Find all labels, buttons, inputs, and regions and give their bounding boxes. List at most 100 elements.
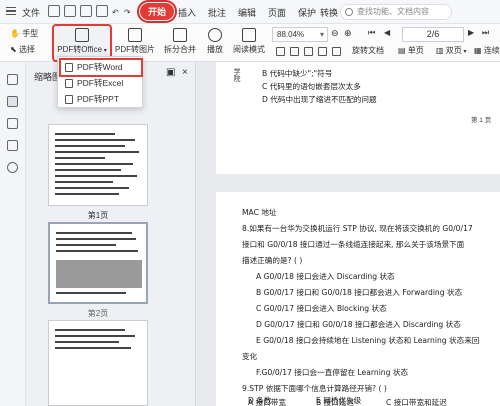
doc-line: C 代码里的语句嵌套层次太多 <box>262 82 361 91</box>
thumbnail-icon[interactable] <box>7 96 18 107</box>
tab-annotate[interactable]: 批注 <box>208 6 226 19</box>
document-page-2: MAC 地址 8.如果有一台华为交换机运行 STP 协议, 现在将该交换机的 G… <box>216 192 500 406</box>
fit-width-icon[interactable] <box>276 47 285 56</box>
page-indicator: 2/6 <box>426 29 440 39</box>
single-page-button[interactable]: ▤ 单页 <box>398 45 424 56</box>
doc-line: D G0/0/17 接口和 G0/0/18 接口都会进入 Discarding … <box>256 320 461 329</box>
tab-convert[interactable]: 转换 <box>320 6 338 19</box>
doc-line: 描述正确的是? ( ) <box>242 256 303 265</box>
menu-item-pdf-to-ppt[interactable]: PDF转PPT <box>61 92 141 107</box>
menu-item-pdf-to-excel[interactable]: PDF转Excel <box>61 76 141 91</box>
menu-item-label: PDF转Excel <box>77 78 124 88</box>
double-page-label: 双页 <box>445 46 462 55</box>
rotate-doc-button[interactable]: 旋转文档 <box>352 45 384 56</box>
search-icon <box>345 8 353 16</box>
play-icon <box>208 28 222 42</box>
panel-image-icon[interactable]: ▣ <box>166 67 175 78</box>
page-thumbnail-2[interactable] <box>48 222 148 304</box>
continuous-label: 连续 <box>483 46 500 55</box>
tab-edit[interactable]: 编辑 <box>238 6 256 19</box>
prev-page-icon[interactable]: ◀ <box>384 28 390 37</box>
tab-insert[interactable]: 插入 <box>178 6 196 19</box>
pdf-to-image-button[interactable]: PDF转图片 <box>114 26 156 60</box>
menu-item-label: PDF转PPT <box>77 94 120 104</box>
last-page-icon[interactable]: ⏭ <box>482 28 489 38</box>
new-file-icon[interactable] <box>48 5 60 17</box>
export-icon[interactable] <box>96 5 108 17</box>
rotate-doc-label: 旋转文档 <box>352 46 384 55</box>
page-number-footer: 第 1 页 <box>471 117 492 124</box>
attachment-icon[interactable] <box>7 140 18 151</box>
word-icon <box>65 63 73 72</box>
split-merge-label: 拆分合并 <box>164 45 196 54</box>
pdf-to-image-label: PDF转图片 <box>115 45 155 54</box>
chevron-down-icon: ▾ <box>102 48 107 54</box>
continuous-button[interactable]: ▦ 连续 <box>474 45 500 56</box>
split-merge-button[interactable]: 拆分合并 <box>158 26 202 60</box>
menu-file[interactable]: 文件 <box>22 6 40 19</box>
document-viewer[interactable]: 学院 B 代码中缺少";"符号 C 代码里的语句嵌套层次太多 D 代码中出现了缩… <box>196 62 500 406</box>
thumbnail-label-2: 第2页 <box>87 309 109 318</box>
doc-line: F.G0/0/17 接口会一直停留在 Learning 状态 <box>256 368 409 377</box>
play-label: 播放 <box>207 45 223 54</box>
tab-start[interactable]: 开始 <box>136 0 178 23</box>
comment-icon[interactable] <box>7 118 18 129</box>
rotate-right-icon[interactable] <box>332 47 341 56</box>
doc-line: 接口和 G0/0/18 接口通过一条线缆连接起来, 那么关于该场景下面 <box>242 240 465 249</box>
panel-close-icon[interactable]: × <box>182 67 188 78</box>
read-mode-button[interactable]: 阅读模式 <box>230 26 268 60</box>
doc-line: 8.如果有一台华为交换机运行 STP 协议, 现在将该交换机的 G0/0/17 <box>242 224 473 233</box>
doc-line: B G0/0/17 接口和 G0/0/18 接口都会进入 Forwarding … <box>256 288 463 297</box>
zoom-select[interactable]: 88.04% <box>272 27 328 42</box>
bookmark-icon[interactable] <box>7 74 18 85</box>
fit-page-icon[interactable] <box>290 47 299 56</box>
read-mode-icon <box>242 28 256 42</box>
pdf-to-image-icon <box>128 28 142 42</box>
redo-icon[interactable]: ↷ <box>124 8 131 17</box>
next-page-icon[interactable]: ▶ <box>468 28 474 37</box>
hand-tool-label: 手型 <box>22 29 39 38</box>
menu-item-pdf-to-word[interactable]: PDF转Word <box>59 58 143 77</box>
page-thumbnail-1[interactable] <box>48 124 148 206</box>
doc-line: C G0/0/17 接口会进入 Blocking 状态 <box>256 304 387 313</box>
menu-icon[interactable] <box>6 7 16 15</box>
doc-line: D 代码中出现了缩进不匹配的问题 <box>262 95 377 104</box>
search-input[interactable]: 查找功能、文档内容 <box>340 4 452 20</box>
save-icon[interactable] <box>64 5 76 17</box>
left-icon-rail <box>0 62 26 406</box>
pdf-to-office-button[interactable]: PDF转Office ▾ <box>52 24 112 62</box>
zoom-value: 88.04% <box>277 30 305 39</box>
document-page-1: 学院 B 代码中缺少";"符号 C 代码里的语句嵌套层次太多 D 代码中出现了缩… <box>216 62 500 174</box>
doc-line: 9.STP 依据下面哪个信息计算路径开销? ( ) <box>242 384 387 393</box>
zoom-in-icon[interactable]: ⊕ <box>344 28 352 39</box>
pdf-to-office-icon <box>75 28 89 42</box>
play-button[interactable]: 播放 <box>204 26 226 60</box>
pdf-to-office-dropdown: PDF转Word PDF转Excel PDF转PPT <box>57 56 143 108</box>
first-page-icon[interactable]: ⏮ <box>368 28 375 38</box>
zoom-out-icon[interactable]: ⊖ <box>331 28 339 39</box>
ppt-icon <box>65 95 73 104</box>
actual-size-icon[interactable] <box>304 47 313 56</box>
tab-page[interactable]: 页面 <box>268 6 286 19</box>
excel-icon <box>65 79 73 88</box>
read-mode-label: 阅读模式 <box>233 45 265 54</box>
print-icon[interactable] <box>80 5 92 17</box>
page-number-input[interactable]: 2/6 <box>402 27 464 42</box>
select-tool-label: 选择 <box>18 45 35 54</box>
hand-tool-button[interactable]: ✋ 手型 <box>10 28 38 39</box>
tab-protect[interactable]: 保护 <box>298 6 316 19</box>
undo-icon[interactable]: ↶ <box>112 8 119 17</box>
page-side-label: 学院 <box>233 68 240 82</box>
page-thumbnail-3[interactable] <box>48 320 148 406</box>
search-placeholder: 查找功能、文档内容 <box>357 7 429 16</box>
select-tool-button[interactable]: ⬉ 选择 <box>10 44 35 55</box>
search-panel-icon[interactable] <box>7 162 18 173</box>
double-page-button[interactable]: ▥ 双页 ▾ <box>436 45 466 56</box>
rotate-left-icon[interactable] <box>318 47 327 56</box>
pdf-to-office-label: PDF转Office <box>57 45 103 54</box>
doc-option: C 接口带宽和延迟 <box>386 398 447 406</box>
doc-option: D 条数 <box>248 396 272 405</box>
menu-item-label: PDF转Word <box>77 62 123 72</box>
split-merge-icon <box>173 28 187 42</box>
doc-line: B 代码中缺少";"符号 <box>262 69 333 78</box>
